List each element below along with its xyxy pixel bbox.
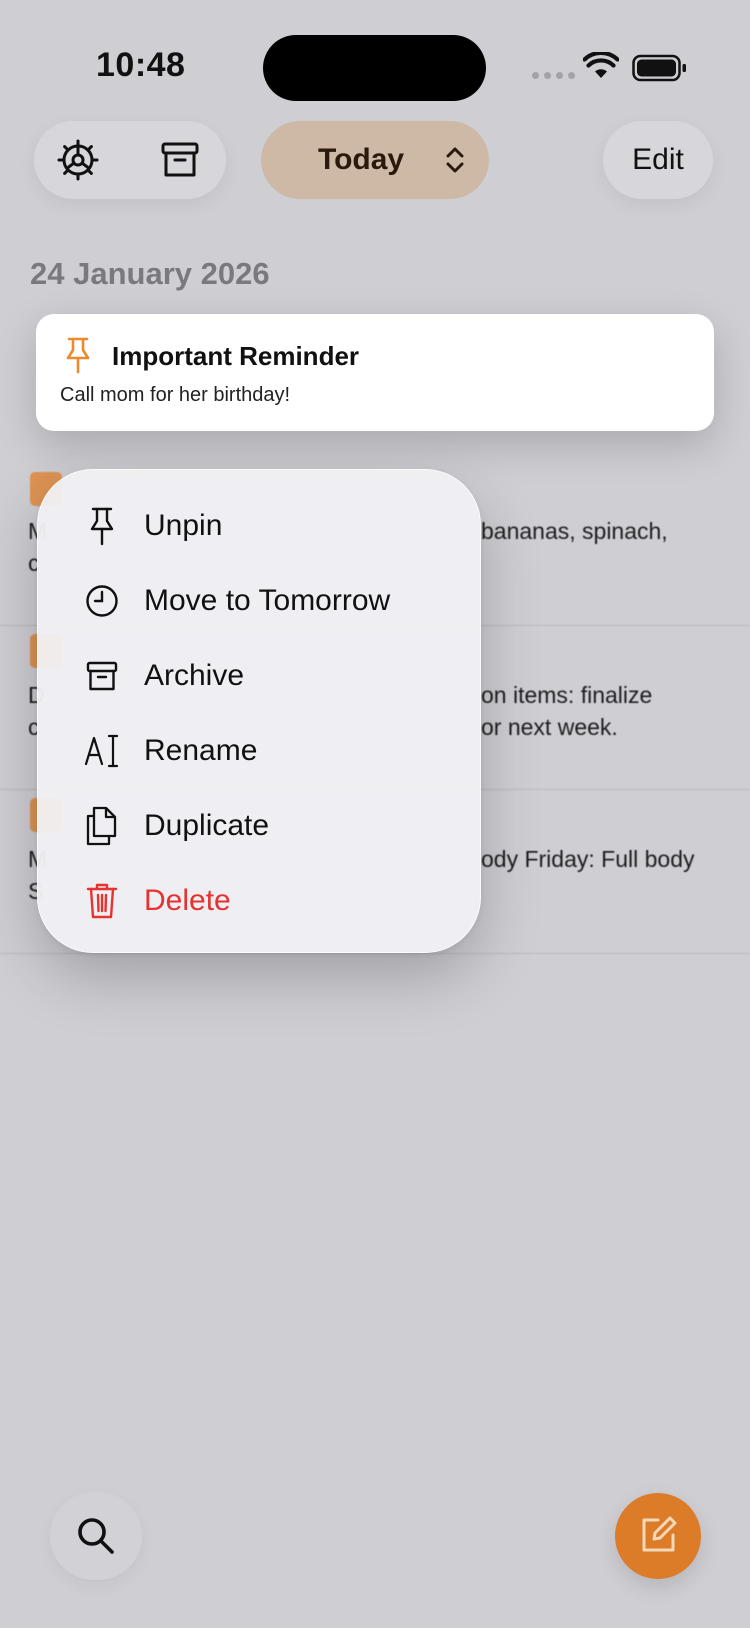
pinned-note-card[interactable]: Important Reminder Call mom for her birt…	[36, 314, 714, 431]
menu-item-label: Delete	[144, 884, 231, 917]
note-preview-text: or next week.	[481, 714, 618, 740]
archive-box-icon[interactable]	[160, 140, 200, 180]
date-heading: 24 January 2026	[30, 256, 270, 291]
menu-item-duplicate[interactable]: Duplicate	[38, 790, 482, 865]
dynamic-island	[263, 35, 486, 101]
edit-button-label: Edit	[632, 143, 684, 176]
gear-icon[interactable]	[56, 138, 100, 182]
compose-icon	[642, 1516, 677, 1552]
edit-button[interactable]: Edit	[603, 121, 713, 199]
menu-item-label: Move to Tomorrow	[144, 584, 391, 617]
note-preview-text: bananas, spinach,	[481, 518, 668, 544]
pinned-note-body: Call mom for her birthday!	[60, 384, 291, 406]
trash-icon	[82, 879, 122, 923]
menu-item-label: Duplicate	[144, 809, 270, 842]
archive-box-icon	[82, 654, 122, 698]
menu-item-label: Rename	[144, 734, 258, 767]
battery-icon	[632, 54, 686, 82]
duplicate-documents-icon	[82, 804, 122, 848]
menu-item-move-to-tomorrow[interactable]: Move to Tomorrow	[38, 565, 482, 640]
menu-item-delete[interactable]: Delete	[38, 865, 482, 940]
wifi-icon	[583, 52, 619, 78]
note-preview-text: ody Friday: Full body	[481, 846, 695, 872]
date-filter-picker[interactable]: Today	[261, 121, 489, 199]
search-button[interactable]	[50, 1492, 142, 1580]
chevron-up-down-icon	[446, 147, 464, 173]
pin-icon	[82, 504, 122, 548]
context-menu: Unpin Move to Tomorrow Archive Rename Du…	[37, 469, 481, 953]
menu-item-label: Unpin	[144, 509, 223, 542]
cellular-signal-icon	[532, 72, 575, 79]
clock-icon	[82, 579, 122, 623]
menu-item-archive[interactable]: Archive	[38, 640, 482, 715]
date-filter-label: Today	[318, 143, 405, 176]
pin-icon	[66, 337, 90, 374]
note-preview-text: on items: finalize	[481, 682, 653, 708]
menu-item-label: Archive	[144, 659, 245, 692]
status-time: 10:48	[96, 46, 186, 84]
menu-item-rename[interactable]: Rename	[38, 715, 482, 790]
pinned-note-title: Important Reminder	[112, 341, 360, 371]
search-icon	[78, 1518, 114, 1554]
compose-button[interactable]	[615, 1493, 701, 1579]
rename-text-cursor-icon	[82, 729, 122, 773]
menu-item-unpin[interactable]: Unpin	[38, 490, 482, 565]
